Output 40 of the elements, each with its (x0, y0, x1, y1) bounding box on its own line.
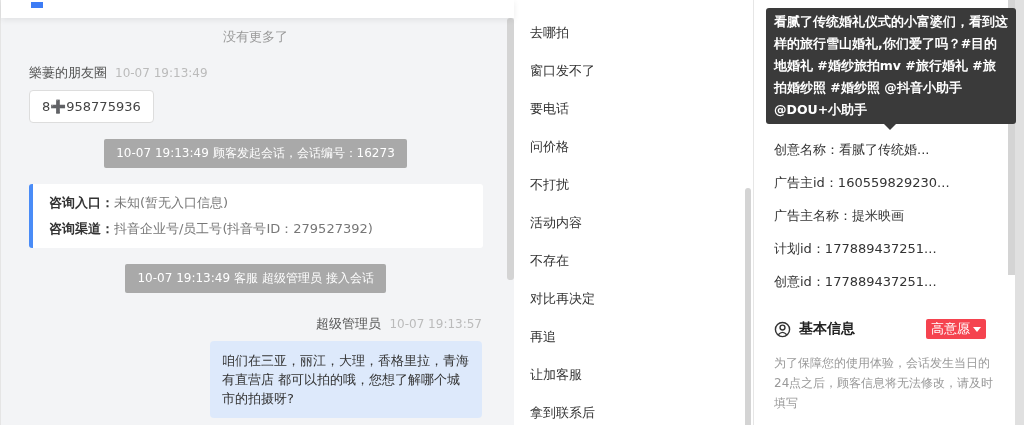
detail-row-text: 创意id：177889437251... (774, 273, 938, 291)
sender-name: 樂萋的朋友圈 (29, 64, 107, 82)
hint-text: 为了保障您的使用体验，会话发生当日的24点之后，顾客信息将无法修改，请及时填写 (774, 355, 994, 412)
info-value: 抖音企业号/员工号(抖音号ID：279527392) (114, 220, 373, 238)
quick-reply-item[interactable]: 问价格 (530, 136, 753, 158)
quick-reply-item[interactable]: 再追 (530, 326, 753, 348)
detail-row-text: 计划id：177889437251... (774, 240, 938, 258)
user-icon (774, 320, 791, 338)
message-time: 10-07 19:13:57 (389, 317, 482, 331)
detail-row-text: 广告主名称：提米映画 (774, 207, 905, 225)
quick-reply-item[interactable]: 不存在 (530, 250, 753, 272)
quick-reply-item[interactable]: 对比再决定 (530, 288, 753, 310)
system-notice: 10-07 19:13:49 客服 超级管理员 接入会话 (125, 264, 386, 293)
checkbox-icon[interactable] (31, 2, 43, 8)
system-notice: 10-07 19:13:49 顾客发起会话，会话编号：16273 (104, 139, 407, 168)
scrollbar[interactable] (507, 18, 514, 280)
scrollbar[interactable] (1008, 0, 1015, 275)
info-label: 咨询入口： (49, 194, 114, 212)
caret-icon (973, 326, 981, 332)
info-value: 未知(暂无入口信息) (114, 194, 229, 212)
message-bubble: 8➕958775936 (29, 90, 154, 123)
detail-row-text: 广告主id：160559829230... (774, 174, 951, 192)
message-time: 10-07 19:13:49 (115, 66, 208, 80)
scrollbar[interactable] (745, 188, 751, 425)
sender-name: 超级管理员 (316, 315, 382, 333)
quick-reply-item[interactable]: 窗口发不了 (530, 60, 753, 82)
quick-reply-item[interactable]: 活动内容 (530, 212, 753, 234)
quick-reply-item[interactable]: 拿到联系后 (530, 402, 753, 424)
message-bubble: 咱们在三亚，丽江，大理，香格里拉，青海有直营店 都可以拍的哦，您想了解哪个城市的拍摄呀? (210, 341, 482, 418)
quick-reply-item[interactable]: 要电话 (530, 98, 753, 120)
no-more-text: 没有更多了 (223, 28, 288, 46)
tooltip-arrow-icon (884, 124, 896, 130)
quick-reply-item[interactable]: 不打扰 (530, 174, 753, 196)
info-label: 咨询渠道： (49, 220, 114, 238)
section-title: 基本信息 (799, 320, 856, 338)
intent-dropdown[interactable]: 高意愿 (926, 319, 986, 339)
tooltip: 看腻了传统婚礼仪式的小富婆们，看到这样的旅行雪山婚礼,你们爱了吗？#目的地婚礼 #婚纱旅拍mv #旅行婚礼 #旅拍婚纱照 #婚纱照 @抖音小助手 @DOU+小助手 (766, 8, 1016, 124)
quick-reply-item[interactable]: 让加客服 (530, 364, 753, 386)
quick-reply-item[interactable]: 去哪拍 (530, 22, 753, 44)
detail-row-text: 创意名称：看腻了传统婚... (774, 141, 931, 159)
